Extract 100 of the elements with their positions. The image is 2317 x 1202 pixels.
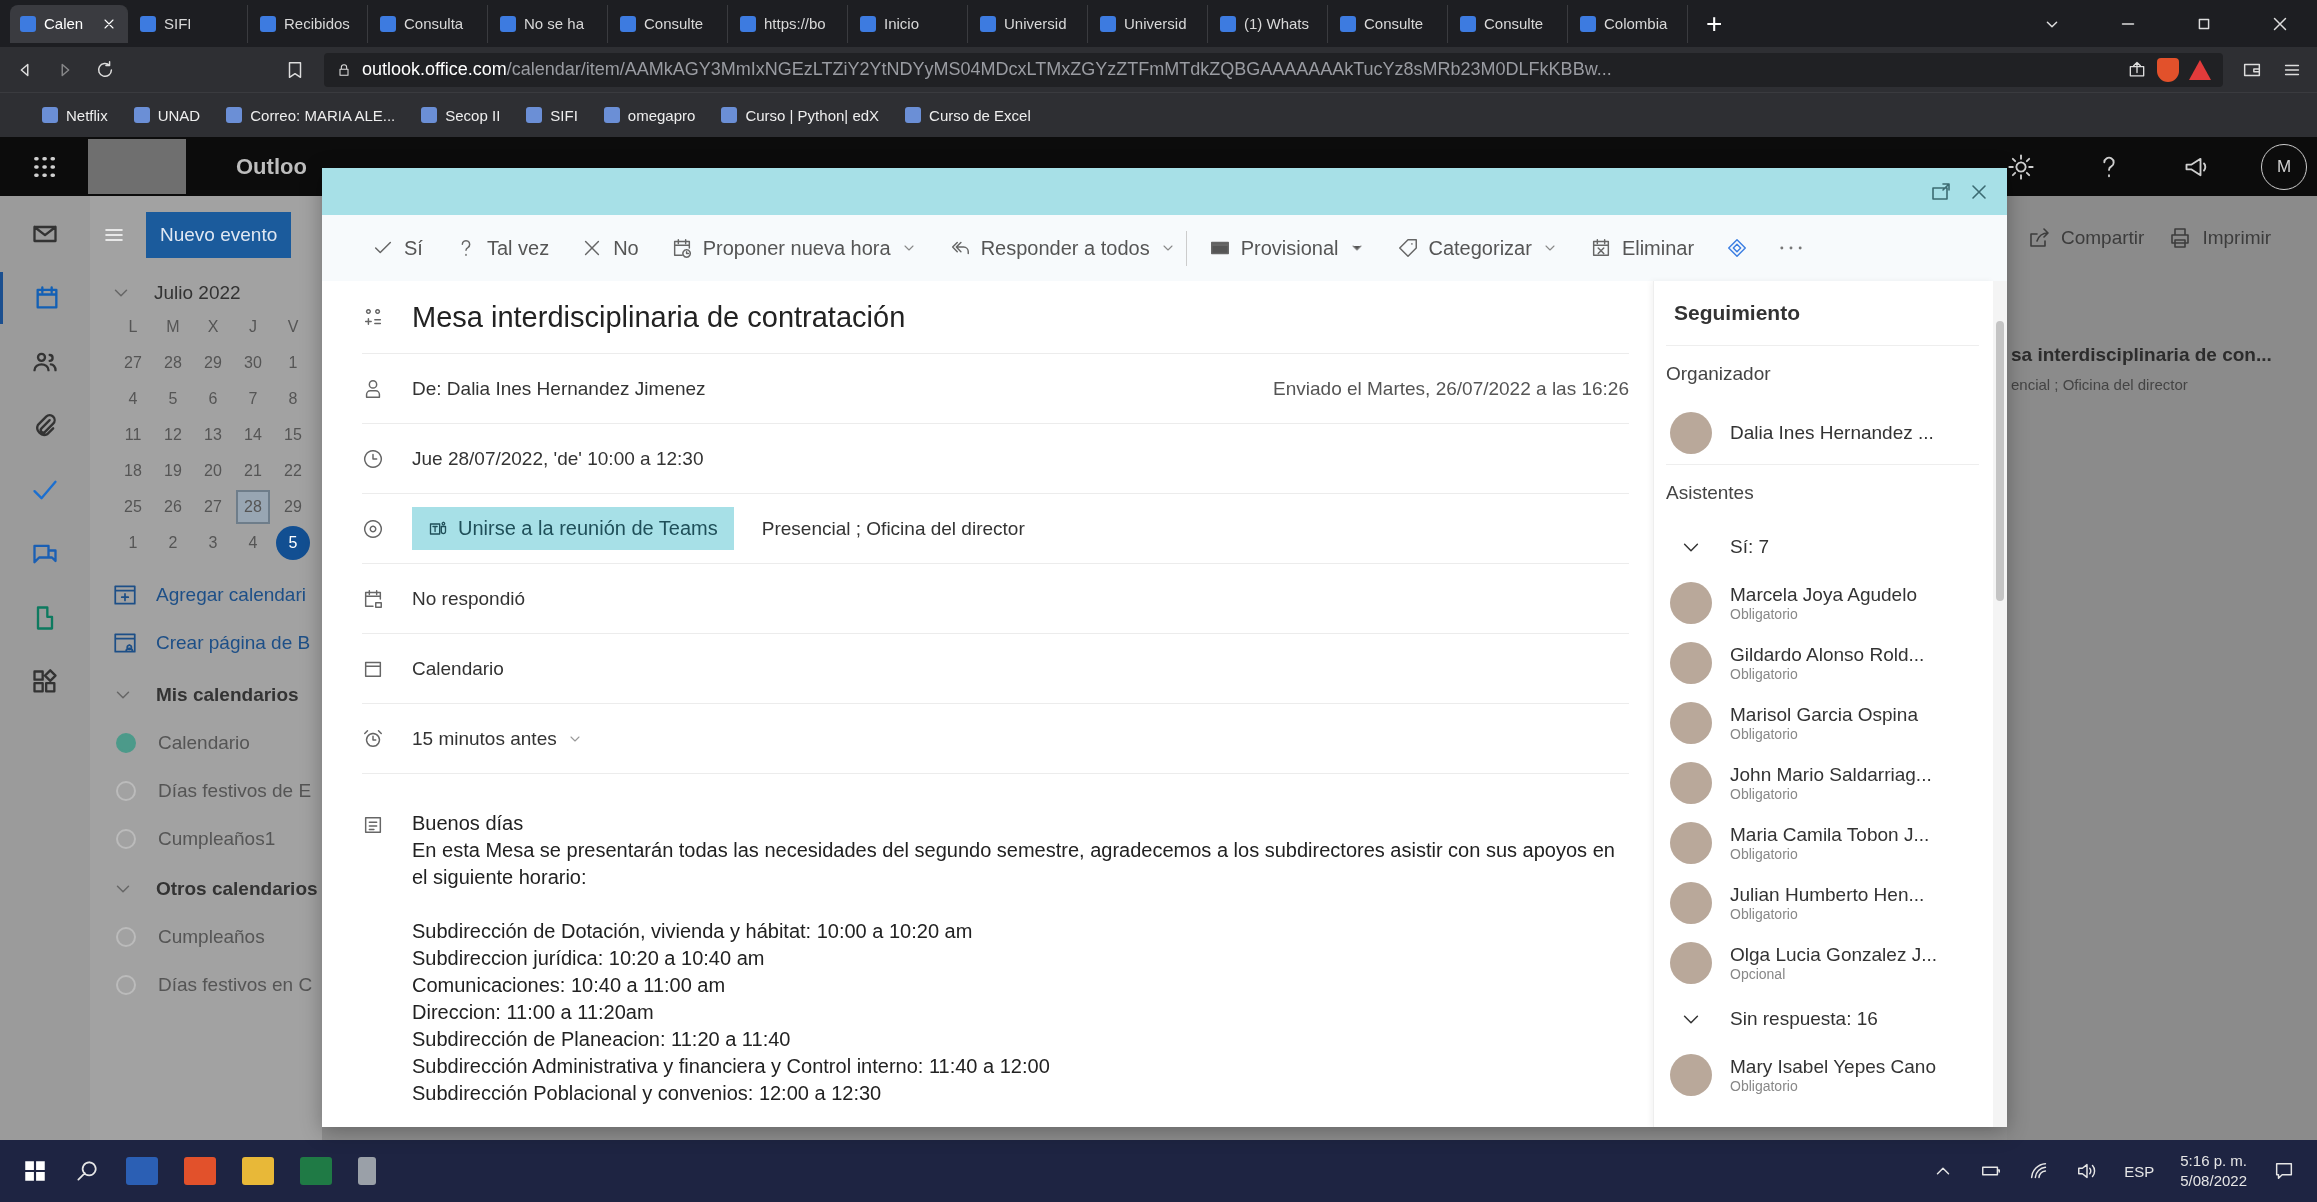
browser-tab[interactable]: SIFI (130, 4, 248, 43)
browser-tab[interactable]: https://bo (730, 4, 848, 43)
site-icon (1340, 15, 1356, 32)
site-icon (1220, 15, 1236, 32)
loop-icon (1726, 237, 1749, 259)
bookmark-link[interactable]: Curso | Python| edX (721, 106, 880, 124)
windows-icon[interactable] (22, 1158, 48, 1184)
category-icon (362, 306, 384, 328)
weekday-label: X (206, 317, 220, 337)
attendee-group-label[interactable]: Sin respuesta: 16 (1730, 1008, 1878, 1030)
bookmark-link[interactable]: omegapro (603, 106, 696, 124)
toolbar-button[interactable]: Sí (362, 230, 433, 266)
browser-tab[interactable]: Consulta (370, 4, 488, 43)
attendee-name[interactable]: Marcela Joya Agudelo (1730, 584, 1917, 606)
event-preview-title[interactable]: sa interdisciplinaria de con... (2011, 344, 2317, 366)
language-indicator[interactable]: ESP (2124, 1162, 2155, 1180)
attendee-name[interactable]: Julian Humberto Hen... (1730, 884, 1925, 906)
scrollbar-thumb[interactable] (1996, 321, 2004, 601)
attendee-name[interactable]: Olga Lucia Gonzalez J... (1730, 944, 1937, 966)
calendar-checkbox[interactable] (116, 829, 136, 849)
browser-tab[interactable]: Universid (1090, 4, 1208, 43)
toolbar-button[interactable]: No (571, 230, 649, 266)
site-icon (1100, 15, 1116, 32)
site-icon (500, 15, 516, 32)
weekday-label: V (286, 317, 300, 337)
notifications-icon[interactable] (2273, 1160, 2295, 1182)
site-icon (603, 107, 620, 123)
month-label: Julio 2022 (154, 282, 241, 304)
calendar-checkbox[interactable] (116, 975, 136, 995)
event-preview-location: encial ; Oficina del director (2011, 376, 2189, 393)
toolbar-button[interactable]: Provisional (1198, 230, 1375, 266)
avatar (1670, 822, 1712, 864)
schedule-line: Direccion: 11:00 a 11:20am (412, 1000, 655, 1025)
schedule-line: Subdirección de Dotación, vivienda y hábitat: 10:00 a 10:20 am (412, 919, 974, 944)
join-teams-button[interactable]: Unirse a la reunión de Teams (412, 507, 734, 550)
notes-icon (362, 814, 384, 836)
attendee-role: Obligatorio (1730, 726, 1799, 742)
site-icon (20, 15, 36, 32)
browser-tab[interactable]: Calen (10, 4, 128, 43)
calendar-checkbox[interactable] (116, 927, 136, 947)
group-title[interactable]: Mis calendarios (156, 684, 299, 706)
group-title[interactable]: Otros calendarios (156, 878, 318, 900)
site-icon (226, 107, 243, 123)
calendar-checkbox[interactable] (116, 781, 136, 801)
browser-tab[interactable]: Inicio (850, 4, 968, 43)
site-icon (740, 15, 756, 32)
toolbar-button[interactable]: Eliminar (1579, 230, 1705, 266)
browser-tab[interactable]: No se ha (490, 4, 608, 43)
reminder-dropdown[interactable]: 15 minutos antes (412, 727, 583, 750)
attendee-role: Obligatorio (1730, 606, 1799, 622)
site-icon (721, 107, 738, 123)
browser-tab[interactable]: Universid (970, 4, 1088, 43)
new-event-button[interactable]: Nuevo evento (146, 212, 292, 258)
attendee-name[interactable]: Maria Camila Tobon J... (1730, 824, 1930, 846)
browser-tab[interactable]: Recibidos (250, 4, 368, 43)
toolbar-button[interactable]: Proponer nueva hora (660, 230, 927, 266)
browser-tab[interactable]: Consulte (610, 4, 728, 43)
schedule-line: Subdirección Administrativa y financiera y Control interno: 11:40 a 12:00 (412, 1054, 1051, 1079)
new-tab-button[interactable]: + (1690, 7, 1739, 40)
bookmark-link[interactable]: Correo: MARIA ALE... (226, 106, 396, 124)
greeting-text: Buenos días (412, 811, 525, 836)
calendar-day[interactable]: 5 (276, 526, 310, 560)
browser-tab[interactable]: (1) Whats (1210, 4, 1328, 43)
attendee-name[interactable]: Mary Isabel Yepes Cano (1730, 1056, 1936, 1078)
clock-date[interactable]: 5/08/2022 (2180, 1171, 2247, 1191)
avatar (1670, 412, 1712, 454)
settings-icon[interactable] (2007, 152, 2035, 181)
apps-icon (31, 668, 59, 696)
attendee-group-label[interactable]: Sí: 7 (1730, 536, 1770, 558)
organizer-name[interactable]: Dalia Ines Hernandez ... (1730, 422, 1934, 444)
share-icon (2027, 226, 2051, 250)
toolbar-button[interactable]: Tal vez (444, 230, 560, 266)
location-icon (362, 517, 384, 540)
attendee-name[interactable]: Marisol Garcia Ospina (1730, 704, 1918, 726)
calendar-checkbox[interactable] (116, 733, 136, 753)
share-icon[interactable] (2127, 59, 2147, 80)
search-icon[interactable] (74, 1158, 100, 1184)
app-title[interactable]: Outloo (236, 153, 307, 180)
browser-tab[interactable]: Consulte (1450, 4, 1568, 43)
bookmark-link[interactable]: Netflix (42, 106, 108, 124)
toolbar-button[interactable]: Categorizar (1386, 230, 1568, 266)
bookmark-link[interactable]: SIFI (526, 106, 578, 124)
more-icon (1780, 246, 1803, 250)
sender-text: De: Dalia Ines Hernandez Jimenez (412, 377, 706, 400)
attendee-name[interactable]: Gildardo Alonso Rold... (1730, 644, 1925, 666)
site-icon (860, 15, 876, 32)
toolbar-button[interactable]: Responder a todos (938, 230, 1187, 266)
attendee-name[interactable]: John Mario Saldarriag... (1730, 764, 1932, 786)
schedule-line: Subdirección de Planeacion: 11:20 a 11:40 (412, 1027, 792, 1052)
weekday-label: L (127, 317, 139, 337)
browser-tab[interactable]: Colombia (1570, 4, 1688, 43)
clock-time[interactable]: 5:16 p. m. (2180, 1151, 2247, 1171)
bookmark-link[interactable]: UNAD (133, 106, 201, 124)
calendar-reply-icon (362, 587, 384, 610)
avatar (1670, 942, 1712, 984)
bookmark-link[interactable]: Secop II (421, 106, 501, 124)
bookmark-link[interactable]: Curso de Excel (905, 106, 1031, 124)
address-field[interactable]: outlook.office.com/calendar/item/AAMkAGY3MmIxNGEzLTZiY2YtNDYyMS04MDcxLTMxZGYzZTFmMTdkZQBGAAAAAAAkTucYz8sMRb23M0DLFkKBBw... (324, 52, 2223, 87)
browser-tab[interactable]: Consulte (1330, 4, 1448, 43)
clock-icon (362, 447, 384, 470)
